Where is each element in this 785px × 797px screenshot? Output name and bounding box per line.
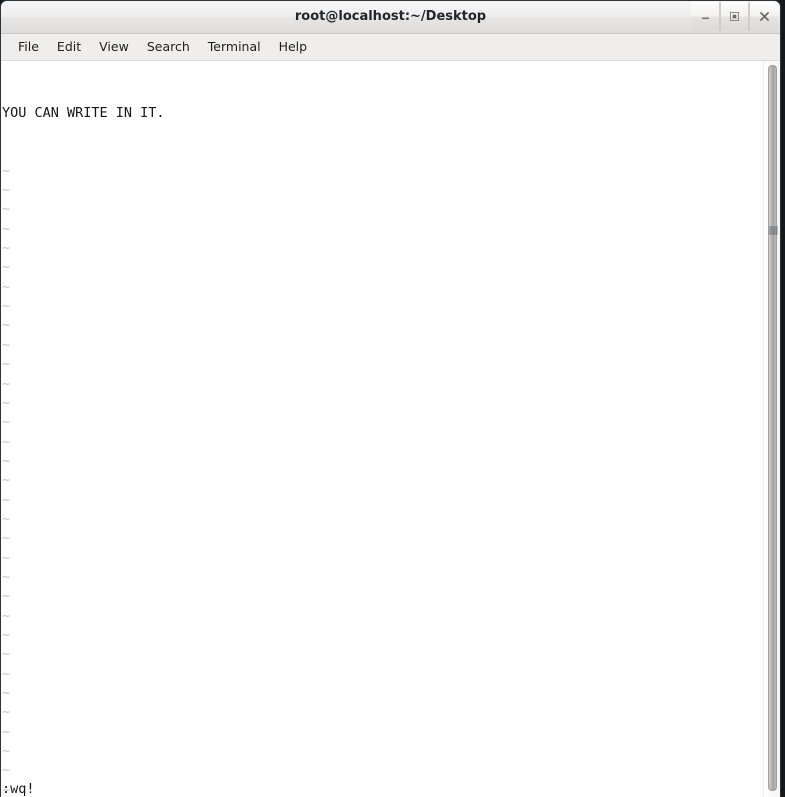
editor-empty-line: ~	[2, 162, 11, 179]
editor-empty-line: ~	[2, 472, 11, 489]
editor-text-line: YOU CAN WRITE IN IT.	[2, 104, 165, 121]
menu-item-help[interactable]: Help	[270, 37, 317, 57]
editor-empty-line: ~	[2, 646, 11, 663]
menu-item-file[interactable]: File	[9, 37, 48, 57]
menu-item-terminal[interactable]: Terminal	[199, 37, 270, 57]
editor-empty-line: ~	[2, 685, 11, 701]
editor-status-line: :wq!	[2, 781, 35, 797]
title-bar[interactable]: root@localhost:~/Desktop	[1, 1, 780, 34]
editor-empty-line: ~	[2, 781, 11, 797]
menu-item-edit[interactable]: Edit	[48, 37, 90, 57]
close-button[interactable]	[749, 2, 778, 31]
editor-empty-line: ~	[2, 220, 11, 237]
editor-empty-line: ~	[2, 201, 11, 218]
editor-empty-line: ~	[2, 414, 11, 431]
editor-empty-line: ~	[2, 607, 11, 624]
editor-empty-line: ~	[2, 278, 11, 295]
editor-empty-line: ~	[2, 549, 11, 566]
editor-empty-line: ~	[2, 433, 11, 450]
scrollbar-thumb-mark	[769, 226, 778, 235]
editor-empty-line: ~	[2, 240, 11, 257]
maximize-button[interactable]	[720, 2, 749, 31]
editor-empty-line: ~	[2, 762, 11, 779]
editor-empty-line: ~	[2, 704, 11, 721]
terminal-output[interactable]: YOU CAN WRITE IN IT. ~ ~ ~ ~ ~ ~ ~ ~ ~ ~ ~ ~ ~ ~ ~ ~ ~ ~ ~…	[1, 61, 762, 797]
screen: root@localhost:~/Desktop File Edit View …	[0, 0, 785, 797]
editor-empty-line: ~	[2, 259, 11, 276]
editor-empty-line: ~	[2, 394, 11, 411]
editor-empty-line: ~	[2, 375, 11, 392]
minimize-button[interactable]	[691, 2, 720, 31]
scrollbar-thumb[interactable]	[768, 65, 778, 791]
editor-empty-line: ~	[2, 743, 11, 760]
editor-empty-line: ~	[2, 452, 11, 469]
editor-empty-line: ~	[2, 568, 11, 585]
editor-empty-lines: ~~~~~~~~~~~~~~~~~~~~~~~~~~~~~~~~~~~~	[2, 162, 762, 797]
minimize-icon	[699, 10, 712, 23]
editor-empty-line: ~	[2, 626, 11, 643]
close-icon	[758, 10, 771, 23]
menu-item-search[interactable]: Search	[138, 37, 199, 57]
editor-empty-line: ~	[2, 723, 11, 740]
editor-empty-line: ~	[2, 491, 11, 508]
vertical-scrollbar[interactable]	[763, 61, 780, 797]
maximize-icon	[728, 10, 741, 23]
terminal-window: root@localhost:~/Desktop File Edit View …	[0, 0, 781, 797]
editor-empty-line: ~	[2, 530, 11, 547]
editor-empty-line: ~	[2, 588, 11, 605]
editor-empty-line: ~	[2, 182, 11, 199]
editor-empty-line: ~	[2, 510, 11, 527]
menu-bar: File Edit View Search Terminal Help	[1, 34, 780, 61]
editor-empty-line: ~	[2, 336, 11, 353]
desktop-background	[781, 0, 785, 797]
terminal-body[interactable]: YOU CAN WRITE IN IT. ~ ~ ~ ~ ~ ~ ~ ~ ~ ~ ~ ~ ~ ~ ~ ~ ~ ~ ~…	[1, 61, 780, 797]
menu-item-view[interactable]: View	[90, 37, 138, 57]
window-controls	[691, 2, 778, 32]
editor-empty-line: ~	[2, 317, 11, 334]
editor-empty-line: ~	[2, 356, 11, 373]
window-title: root@localhost:~/Desktop	[294, 9, 487, 24]
editor-empty-line: ~	[2, 665, 11, 682]
editor-empty-line: ~	[2, 298, 11, 315]
